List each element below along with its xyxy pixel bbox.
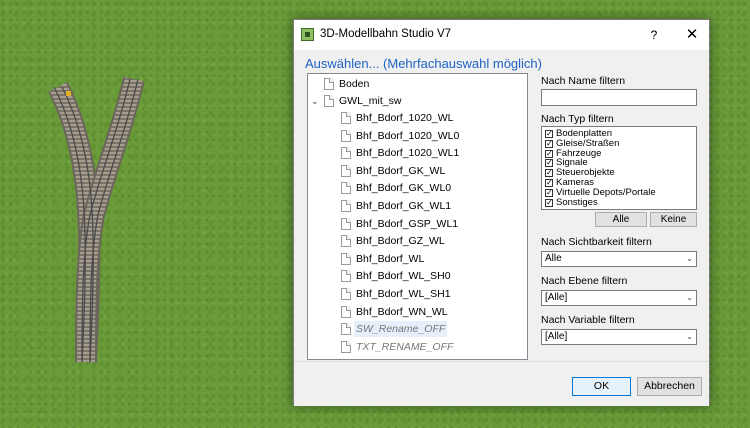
document-icon: [324, 95, 334, 107]
name-filter-label: Nach Name filtern: [541, 75, 626, 87]
checkbox-checked-icon[interactable]: ✓: [545, 188, 553, 197]
title-bar[interactable]: 3D-Modellbahn Studio V7 ? ✕: [294, 20, 709, 50]
all-types-button[interactable]: Alle: [595, 212, 647, 227]
help-button[interactable]: ?: [642, 23, 666, 47]
cancel-button[interactable]: Abbrechen: [637, 377, 702, 396]
chevron-down-icon[interactable]: ⌄: [311, 93, 319, 109]
railway-switch[interactable]: [48, 76, 145, 363]
checkbox-checked-icon[interactable]: ✓: [545, 130, 553, 138]
visibility-filter-label: Nach Sichtbarkeit filtern: [541, 236, 652, 248]
checkbox-checked-icon[interactable]: ✓: [545, 179, 553, 187]
visibility-filter-value: Alle: [545, 253, 562, 264]
checkbox-checked-icon[interactable]: ✓: [545, 139, 553, 148]
close-icon[interactable]: ✕: [680, 23, 704, 47]
document-icon: [341, 235, 351, 248]
dialog-header: Auswählen... (Mehrfachauswahl möglich): [305, 56, 542, 71]
ok-button[interactable]: OK: [572, 377, 631, 396]
window-title: 3D-Modellbahn Studio V7: [320, 28, 452, 40]
document-icon: [341, 305, 351, 318]
checkbox-checked-icon[interactable]: ✓: [545, 159, 553, 168]
type-filter-label: Nach Typ filtern: [541, 113, 614, 125]
object-tree[interactable]: Boden ⌄ GWL_mit_sw Bhf_Bdorf_1020_WL Bhf_…: [307, 73, 528, 360]
document-icon: [341, 288, 351, 300]
chevron-down-icon: ⌄: [686, 254, 693, 263]
document-icon: [341, 200, 351, 212]
document-icon: [341, 252, 351, 265]
chevron-down-icon: ⌄: [686, 332, 693, 341]
document-icon: [341, 164, 351, 177]
layer-filter-select[interactable]: [Alle] ⌄: [541, 290, 697, 306]
document-icon: [341, 340, 351, 353]
select-dialog: 3D-Modellbahn Studio V7 ? ✕ Auswählen...…: [293, 19, 710, 406]
checkbox-checked-icon[interactable]: ✓: [545, 149, 553, 158]
visibility-filter-select[interactable]: Alle ⌄: [541, 251, 697, 267]
checkbox-checked-icon[interactable]: ✓: [545, 169, 553, 178]
type-filter-list[interactable]: ✓ Bodenplatten ✓ Gleise/Straßen ✓ Fahrzeuge ✓ S…: [541, 126, 697, 210]
document-icon: [341, 112, 351, 124]
chevron-down-icon: ⌄: [686, 293, 693, 302]
layer-filter-label: Nach Ebene filtern: [541, 275, 628, 287]
document-icon: [341, 270, 351, 283]
document-icon: [324, 78, 334, 90]
document-icon: [341, 129, 351, 142]
document-icon: [341, 323, 351, 336]
no-types-button[interactable]: Keine: [650, 212, 697, 227]
app-icon: [301, 28, 314, 41]
checkbox-checked-icon[interactable]: ✓: [545, 198, 553, 207]
document-icon: [341, 182, 351, 195]
document-icon: [341, 217, 351, 230]
track-scene: [48, 76, 145, 363]
layer-filter-value: [Alle]: [545, 292, 568, 303]
document-icon: [341, 147, 351, 160]
variable-filter-label: Nach Variable filtern: [541, 314, 635, 326]
variable-filter-select[interactable]: [Alle] ⌄: [541, 329, 697, 345]
switch-motor-marker[interactable]: [66, 91, 71, 96]
variable-filter-value: [Alle]: [545, 331, 568, 342]
name-filter-input[interactable]: [541, 89, 697, 106]
